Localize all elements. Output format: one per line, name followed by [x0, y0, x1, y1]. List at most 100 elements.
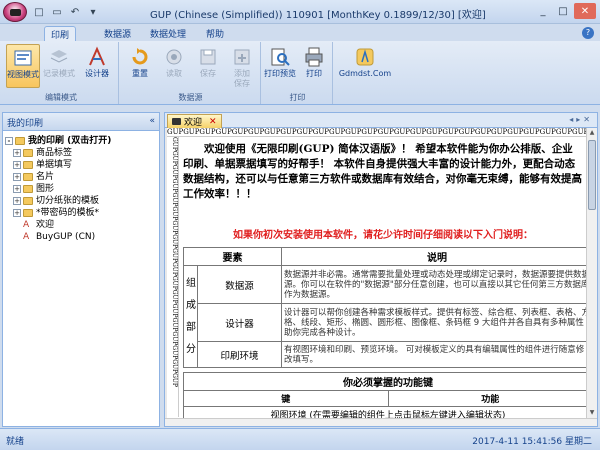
- group-print: 打印预览 打印 打印: [263, 42, 333, 104]
- group-print-label: 打印: [289, 93, 306, 102]
- close-tab-icon[interactable]: ✕: [209, 117, 217, 127]
- reset-icon: [132, 48, 148, 65]
- element-datasource: 数据源: [197, 265, 282, 304]
- folder-icon: [23, 185, 33, 193]
- qat-print-icon[interactable]: ▭: [50, 5, 64, 19]
- components-table: 要素 说明 组成部分 数据源 数据源并非必需。通常需要批量处理或动态处理或绑定记…: [183, 247, 586, 368]
- expand-icon[interactable]: +: [13, 173, 21, 181]
- app-menu-button[interactable]: [3, 2, 27, 22]
- tree-item-buygup[interactable]: A BuyGUP (CN): [5, 231, 157, 243]
- document-view: GUPGUPGUPGUPGUPGUPGUPGUPGUPGUPGUPGUPGUPG…: [165, 128, 597, 426]
- template-doc-icon: A: [23, 220, 30, 230]
- save-button[interactable]: 保存: [191, 44, 225, 88]
- expand-icon[interactable]: +: [13, 149, 21, 157]
- tree-item-graphics[interactable]: + 图形: [5, 183, 157, 195]
- tree-item-welcome[interactable]: A 欢迎: [5, 219, 157, 231]
- tab-nav-arrows[interactable]: ◂▸✕: [569, 115, 593, 124]
- expand-icon[interactable]: +: [13, 185, 21, 193]
- horizontal-scrollbar[interactable]: [165, 418, 597, 426]
- tab-data-processing[interactable]: 数据处理: [144, 26, 192, 41]
- record-mode-button[interactable]: 记录模式: [42, 44, 76, 88]
- group-datasource-label: 数据源: [178, 93, 203, 102]
- gdmdst-button[interactable]: Gdmdst.Com: [337, 44, 393, 88]
- welcome-text[interactable]: 欢迎使用《无限印刷(GUP) 简体汉语版》！ 希望本软件能为你办公排版、企业印刷…: [183, 142, 583, 218]
- tab-datasource[interactable]: 数据源: [98, 26, 137, 41]
- read-label: 读取: [166, 69, 182, 78]
- reset-button[interactable]: 重置: [123, 44, 157, 88]
- minimize-button[interactable]: _: [534, 3, 552, 19]
- view-mode-button[interactable]: 视图模式: [6, 44, 40, 88]
- category-cell: 组成部分: [183, 265, 198, 368]
- keys-table: 你必须掌握的功能键 键 功能 视图环境 (在需要编辑的组件上点击鼠标左键进入编辑…: [183, 372, 586, 418]
- status-bar: 就绪 2017-4-11 15:41:56 星期二: [0, 428, 600, 450]
- tree-label: *带密码的模板*: [36, 208, 100, 218]
- tree-label: 切分纸张的模板: [36, 196, 100, 206]
- panel-title: 我的印刷: [7, 119, 44, 129]
- folder-icon: [23, 209, 33, 217]
- title-bar: □ ▭ ↶ ▾ GUP (Chinese (Simplified)) 11090…: [0, 0, 600, 24]
- doc-tab-label: 欢迎: [184, 118, 203, 128]
- folder-icon: [23, 149, 33, 157]
- header-description: 说明: [281, 247, 586, 266]
- maximize-button[interactable]: □: [554, 3, 572, 19]
- window-title: GUP (Chinese (Simplified)) 110901 [Month…: [150, 10, 486, 21]
- scroll-down-icon[interactable]: ▼: [587, 408, 597, 418]
- help-icon[interactable]: ?: [582, 27, 594, 39]
- tab-help[interactable]: 帮助: [200, 26, 230, 41]
- qat-new-icon[interactable]: □: [32, 5, 46, 19]
- expand-icon[interactable]: +: [13, 209, 21, 217]
- status-text: 就绪: [6, 437, 25, 447]
- read-icon: [166, 49, 182, 65]
- header-element: 要素: [183, 247, 282, 266]
- tree-item-forms[interactable]: + 单据填写: [5, 159, 157, 171]
- template-doc-icon: A: [23, 232, 30, 242]
- close-button[interactable]: ✕: [574, 3, 596, 19]
- desc-designer: 设计器可以帮你创建各种需求模板样式。提供有标签、综合框、列表框、表格、方格、线段…: [281, 303, 586, 342]
- print-button[interactable]: 打印: [297, 44, 331, 88]
- doc-tab-welcome[interactable]: 欢迎 ✕: [167, 114, 222, 128]
- folder-icon: [23, 173, 33, 181]
- folder-icon: [15, 137, 25, 145]
- ribbon: 视图模式 记录模式 设计器 编辑模式 重置 读取 保存 添加 保存 数据源 打印…: [0, 41, 600, 105]
- qat-undo-icon[interactable]: ↶: [68, 5, 82, 19]
- designer-button[interactable]: 设计器: [80, 44, 114, 88]
- pin-icon[interactable]: «: [149, 116, 155, 126]
- tree-label: 欢迎: [36, 220, 55, 230]
- read-button[interactable]: 读取: [157, 44, 191, 88]
- tree-label: 单据填写: [36, 160, 73, 170]
- gdmdst-icon: [356, 48, 374, 66]
- add-save-label: 添加 保存: [234, 69, 250, 88]
- collapse-icon[interactable]: -: [5, 137, 13, 145]
- beginner-notice[interactable]: 如果你初次安装使用本软件，请花少许时间仔细阅读以下入门说明：: [183, 226, 583, 241]
- document-tabs: 欢迎 ✕ ◂▸✕: [165, 113, 597, 128]
- tree-root[interactable]: - 我的印刷 (双击打开): [5, 135, 157, 147]
- expand-icon[interactable]: +: [13, 161, 21, 169]
- print-preview-button[interactable]: 打印预览: [263, 44, 297, 88]
- view-mode-icon: [14, 50, 32, 66]
- divider: [0, 105, 600, 111]
- designer-icon: [89, 46, 105, 66]
- keys-header-key: 键: [183, 390, 389, 407]
- scroll-thumb[interactable]: [588, 140, 596, 210]
- tree-item-split-paper[interactable]: + 切分纸张的模板: [5, 195, 157, 207]
- reset-label: 重置: [132, 69, 148, 78]
- vertical-scrollbar[interactable]: ▲ ▼: [586, 128, 597, 418]
- tree-item-business-cards[interactable]: + 名片: [5, 171, 157, 183]
- record-mode-label: 记录模式: [43, 69, 75, 78]
- scroll-up-icon[interactable]: ▲: [587, 128, 597, 138]
- expand-icon[interactable]: +: [13, 197, 21, 205]
- tree-item-product-labels[interactable]: + 商品标签: [5, 147, 157, 159]
- qat-customize-icon[interactable]: ▾: [86, 5, 100, 19]
- print-preview-icon: [271, 48, 290, 66]
- panel-splitter[interactable]: [160, 112, 163, 427]
- tree-item-password-templates[interactable]: + *带密码的模板*: [5, 207, 157, 219]
- tree-label: 图形: [36, 184, 55, 194]
- tab-print[interactable]: 印刷: [44, 26, 77, 41]
- add-save-button[interactable]: 添加 保存: [225, 44, 259, 88]
- printer-icon: [172, 118, 181, 125]
- save-label: 保存: [200, 69, 216, 78]
- ribbon-tabs: 印刷 数据源 数据处理 帮助 ?: [0, 24, 600, 41]
- tree-label: BuyGUP (CN): [36, 232, 96, 242]
- status-datetime: 2017-4-11 15:41:56 星期二: [472, 437, 592, 447]
- tree-label: 名片: [36, 172, 55, 182]
